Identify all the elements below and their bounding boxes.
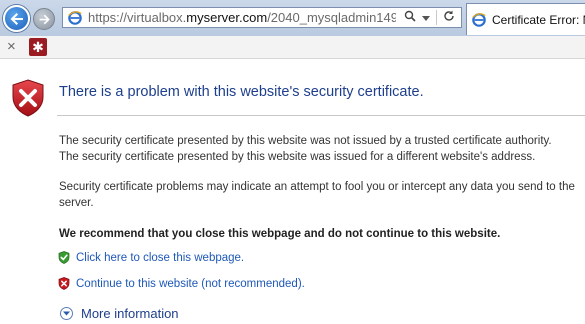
favorites-bar: × ✱ xyxy=(0,36,585,59)
address-divider xyxy=(436,10,437,25)
magnifier-icon[interactable] xyxy=(404,10,416,25)
url-prefix: https://virtualbox. xyxy=(88,10,187,25)
heading-divider xyxy=(57,115,585,116)
reason-untrusted: The security certificate presented by th… xyxy=(59,135,552,147)
chevron-down-icon[interactable] xyxy=(422,11,430,25)
continue-link[interactable]: Continue to this website (not recommende… xyxy=(76,278,305,290)
back-button[interactable] xyxy=(3,5,30,32)
address-bar[interactable]: https://virtualbox.myserver.com/2040_mys… xyxy=(62,7,462,28)
url-path: /2040_mysqladmin14941 xyxy=(267,10,396,25)
continue-option[interactable]: Continue to this website (not recommende… xyxy=(58,277,305,290)
ie-page-icon xyxy=(67,10,83,26)
more-information-label[interactable]: More information xyxy=(81,306,179,321)
tab-title: Certificate Error: N xyxy=(492,12,585,27)
close-icon[interactable]: × xyxy=(7,38,16,56)
browser-toolbar: https://virtualbox.myserver.com/2040_mys… xyxy=(0,0,585,37)
shield-error-icon xyxy=(12,79,44,117)
back-arrow-icon xyxy=(10,12,23,25)
ie-tab-icon xyxy=(472,12,486,28)
addon-icon[interactable]: ✱ xyxy=(29,38,47,56)
close-webpage-link[interactable]: Click here to close this webpage. xyxy=(76,252,244,264)
recommendation-text: We recommend that you close this webpage… xyxy=(59,228,501,240)
red-shield-x-icon xyxy=(58,277,70,290)
url-domain: myserver.com xyxy=(186,10,268,25)
tab-certificate-error[interactable]: Certificate Error: N xyxy=(466,3,585,35)
reason-address-mismatch: The security certificate presented by th… xyxy=(59,151,536,163)
refresh-icon[interactable] xyxy=(443,10,455,25)
forward-button[interactable] xyxy=(33,8,55,30)
url-text[interactable]: https://virtualbox.myserver.com/2040_mys… xyxy=(88,10,396,25)
forward-arrow-icon xyxy=(39,14,50,24)
expand-chevron-icon[interactable] xyxy=(60,307,73,320)
more-information-toggle[interactable]: More information xyxy=(60,306,179,321)
green-shield-check-icon xyxy=(58,251,70,264)
address-bar-buttons xyxy=(404,10,455,25)
warning-text: Security certificate problems may indica… xyxy=(59,181,575,209)
page-title: There is a problem with this website's s… xyxy=(59,84,424,100)
close-webpage-option[interactable]: Click here to close this webpage. xyxy=(58,251,244,264)
